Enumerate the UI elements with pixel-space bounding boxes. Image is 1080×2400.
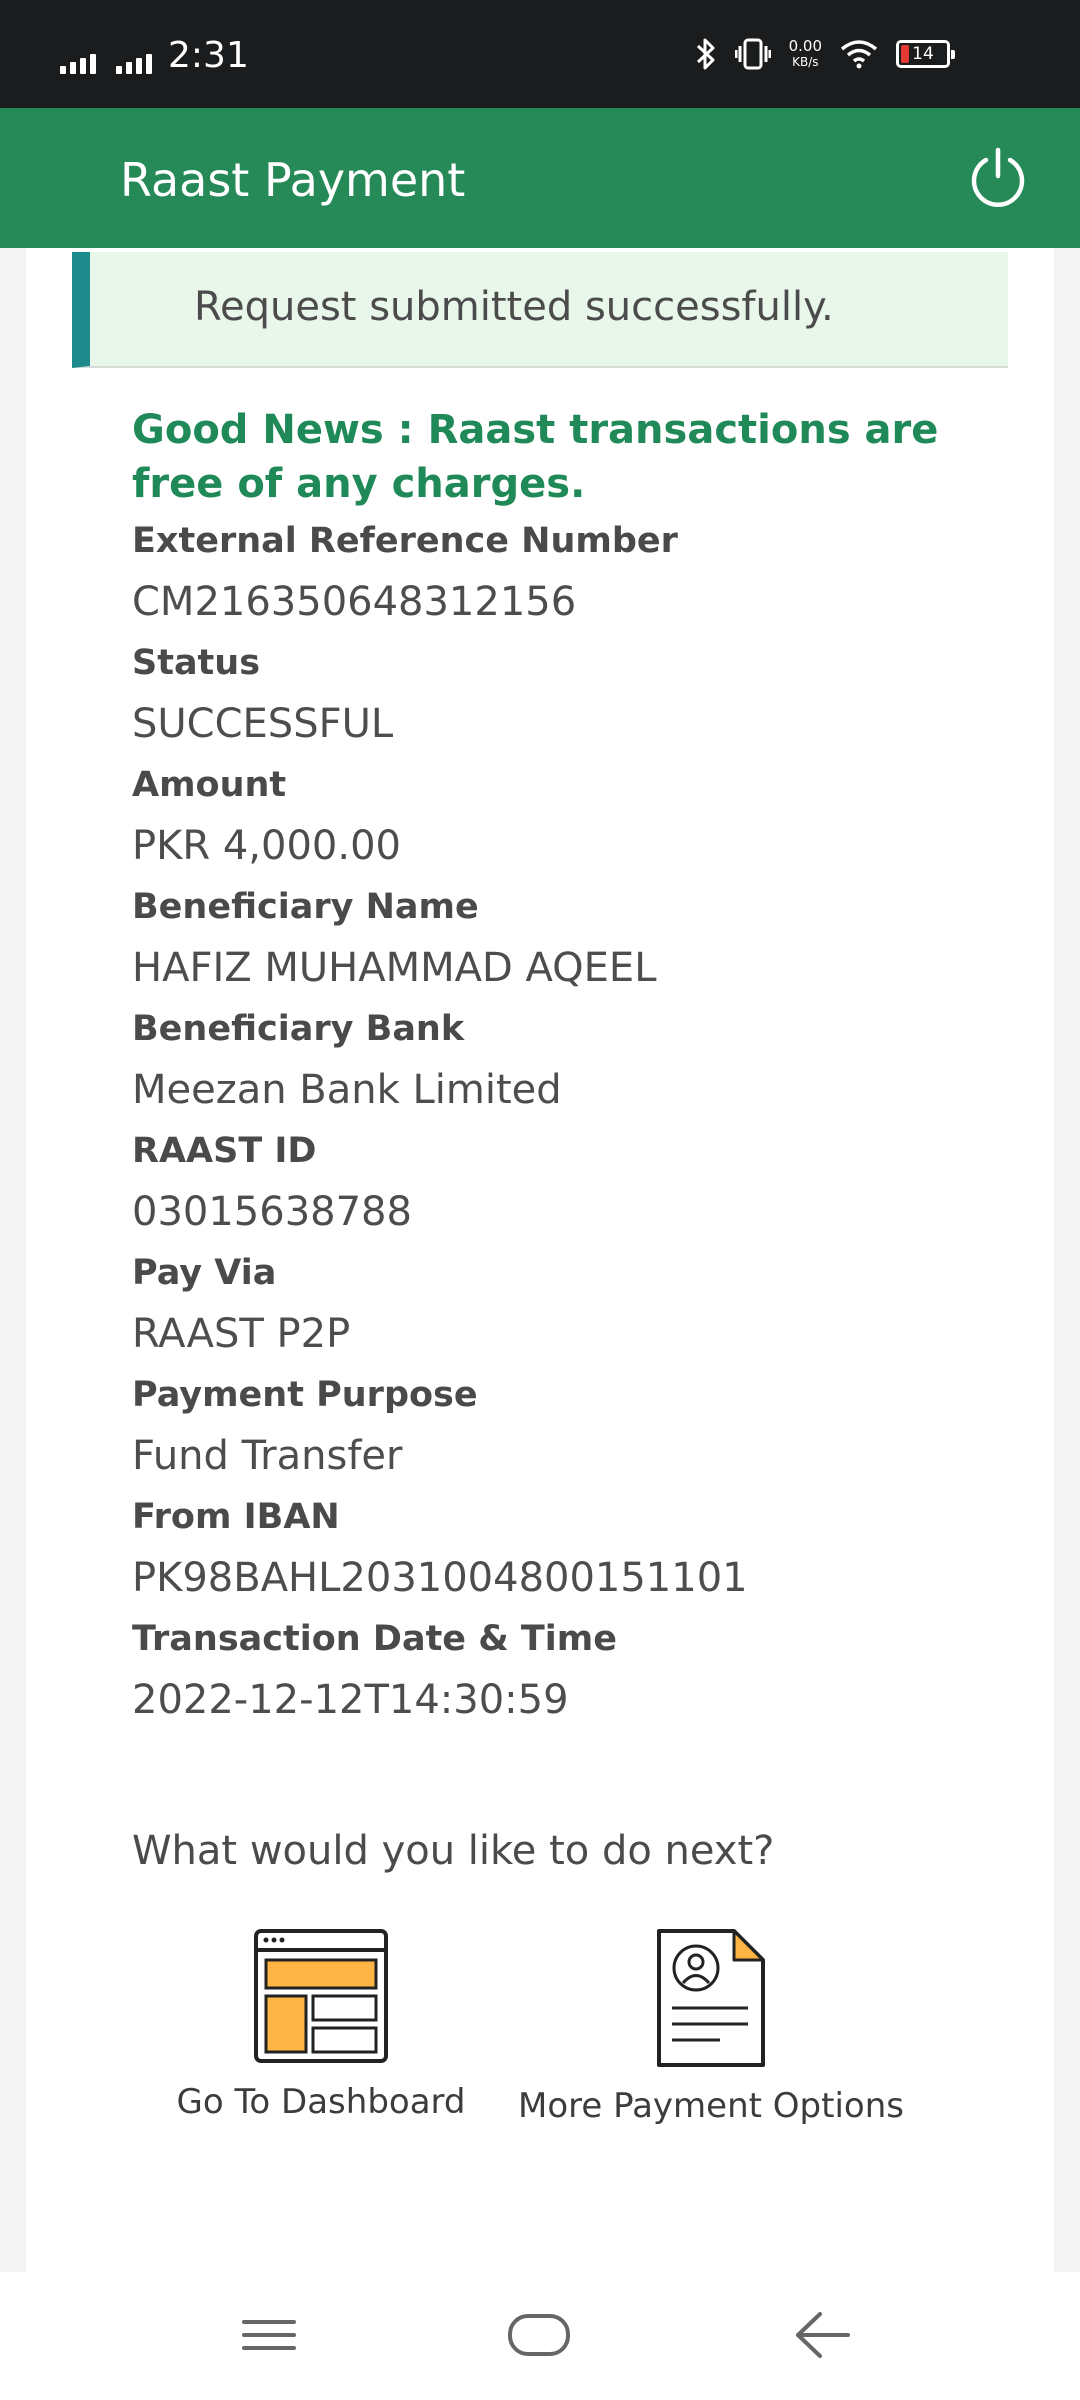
go-to-dashboard-button[interactable]: Go To Dashboard	[136, 1928, 506, 2122]
receipt-card: Request submitted successfully. Good New…	[26, 248, 1054, 2272]
detail-payment-purpose: Payment Purpose Fund Transfer	[132, 1370, 1012, 1492]
signal-icon	[60, 50, 96, 74]
dashboard-icon	[254, 1929, 388, 2063]
transaction-details: External Reference Number CM216350648312…	[132, 516, 1012, 1736]
signal-icon	[116, 50, 152, 74]
document-icon	[657, 1929, 765, 2067]
detail-beneficiary-bank: Beneficiary Bank Meezan Bank Limited	[132, 1004, 1012, 1126]
detail-amount: Amount PKR 4,000.00	[132, 760, 1012, 882]
detail-external-ref: External Reference Number CM216350648312…	[132, 516, 1012, 638]
action-label: More Payment Options	[518, 2086, 904, 2126]
detail-value: Fund Transfer	[132, 1433, 403, 1479]
detail-label: From IBAN	[132, 1497, 340, 1537]
detail-value: 03015638788	[132, 1189, 412, 1235]
menu-icon[interactable]	[240, 2306, 298, 2364]
page-title: Raast Payment	[120, 153, 466, 207]
detail-value: Meezan Bank Limited	[132, 1067, 562, 1113]
status-bar: 2:31 0.00 KB/s 14	[0, 0, 1080, 108]
detail-value: RAAST P2P	[132, 1311, 351, 1357]
status-right: 0.00 KB/s 14	[695, 34, 955, 74]
home-icon[interactable]	[506, 2306, 572, 2364]
detail-from-iban: From IBAN PK98BAHL2031004800151101	[132, 1492, 1012, 1614]
detail-transaction-datetime: Transaction Date & Time 2022-12-12T14:30…	[132, 1614, 1012, 1736]
wifi-icon	[840, 40, 878, 69]
app-bar: Raast Payment	[0, 108, 1080, 248]
good-news-notice: Good News : Raast transactions are free …	[132, 407, 939, 507]
battery-icon: 14	[896, 40, 955, 68]
detail-label: External Reference Number	[132, 521, 678, 561]
back-icon[interactable]	[792, 2306, 852, 2364]
detail-value: SUCCESSFUL	[132, 701, 394, 747]
status-left: 2:31	[60, 38, 249, 74]
vibrate-icon	[734, 38, 771, 70]
detail-value: PK98BAHL2031004800151101	[132, 1555, 748, 1601]
net-speed: 0.00 KB/s	[788, 37, 822, 69]
detail-value: HAFIZ MUHAMMAD AQEEL	[132, 945, 657, 991]
detail-label: Pay Via	[132, 1253, 277, 1293]
detail-label: Amount	[132, 765, 287, 805]
detail-label: Beneficiary Bank	[132, 1009, 465, 1049]
detail-label: Beneficiary Name	[132, 887, 479, 927]
detail-value: PKR 4,000.00	[132, 823, 401, 869]
more-payment-options-button[interactable]: More Payment Options	[496, 1928, 926, 2126]
detail-raast-id: RAAST ID 03015638788	[132, 1126, 1012, 1248]
detail-label: RAAST ID	[132, 1131, 317, 1171]
detail-status: Status SUCCESSFUL	[132, 638, 1012, 760]
detail-value: 2022-12-12T14:30:59	[132, 1677, 569, 1723]
status-time: 2:31	[168, 35, 249, 76]
success-banner: Request submitted successfully.	[72, 252, 1008, 368]
detail-value: CM216350648312156	[132, 579, 577, 625]
success-message: Request submitted successfully.	[194, 284, 834, 330]
detail-label: Payment Purpose	[132, 1375, 478, 1415]
detail-beneficiary-name: Beneficiary Name HAFIZ MUHAMMAD AQEEL	[132, 882, 1012, 1004]
detail-pay-via: Pay Via RAAST P2P	[132, 1248, 1012, 1370]
next-steps-heading: What would you like to do next?	[132, 1828, 775, 1874]
system-nav-bar	[0, 2272, 1080, 2400]
power-icon[interactable]	[966, 146, 1030, 210]
detail-label: Transaction Date & Time	[132, 1619, 618, 1659]
bluetooth-icon	[696, 38, 715, 70]
detail-label: Status	[132, 643, 261, 683]
action-label: Go To Dashboard	[176, 2082, 466, 2122]
